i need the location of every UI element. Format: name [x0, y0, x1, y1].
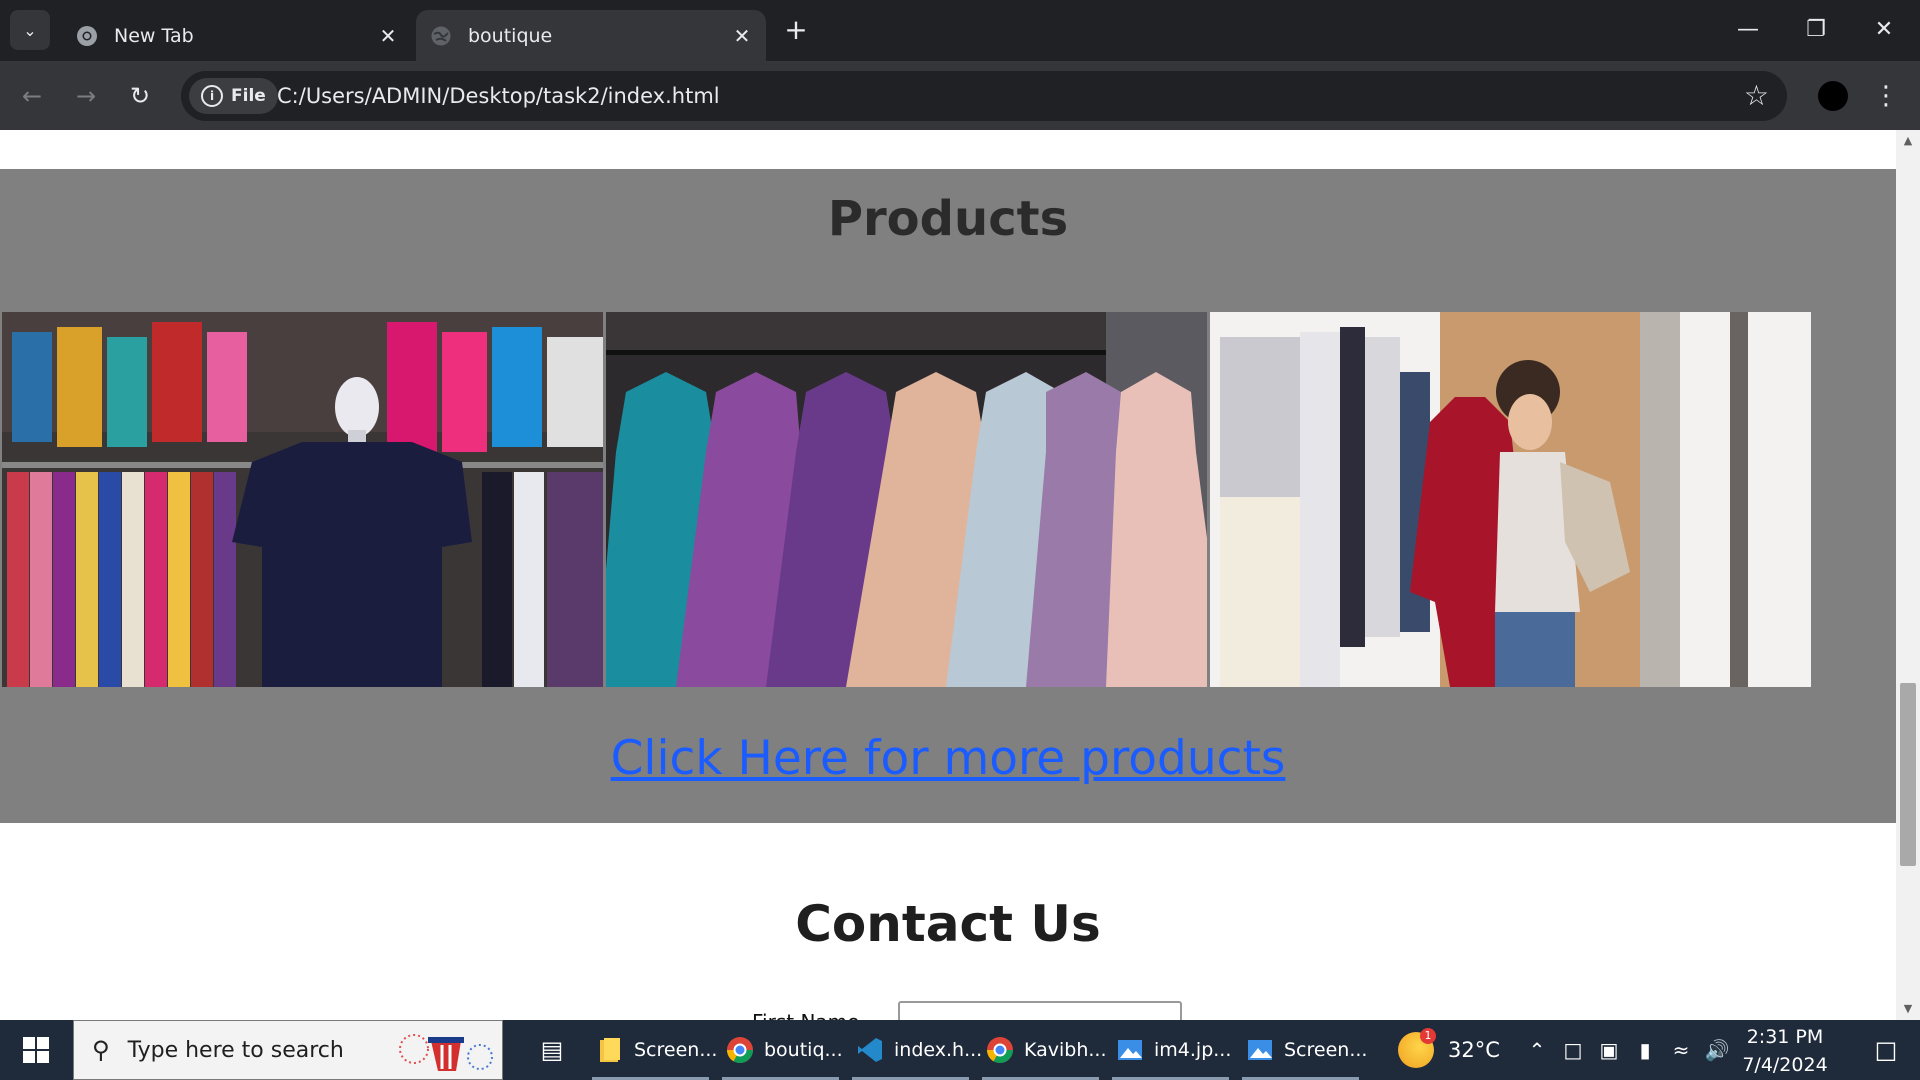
taskbar-app-chrome-kavibh[interactable]: Kavibh... [978, 1020, 1107, 1080]
chevron-down-icon: ⌄ [23, 20, 37, 40]
close-tab-icon[interactable]: ✕ [730, 24, 754, 48]
security-icon[interactable]: ▣ [1594, 1020, 1624, 1080]
browser-toolbar: ← → ↻ i File C:/Users/ADMIN/Desktop/task… [0, 61, 1920, 130]
search-icon: ⚲ [92, 1036, 110, 1064]
app-label: Screen... [634, 1039, 718, 1061]
site-info-label: File [231, 86, 266, 106]
taskbar-search-box[interactable]: ⚲ Type here to search [73, 1020, 503, 1080]
tab-boutique[interactable]: boutique ✕ [416, 10, 766, 61]
weather-widget[interactable]: 1 32°C [1398, 1020, 1500, 1080]
search-placeholder: Type here to search [127, 1037, 344, 1063]
taskbar-app-chrome-boutique[interactable]: boutiq... [718, 1020, 843, 1080]
clock-time: 2:31 PM [1746, 1026, 1824, 1048]
taskbar-app-photos-im4[interactable]: im4.jp... [1108, 1020, 1233, 1080]
taskbar-app-vscode[interactable]: index.h... [848, 1020, 982, 1080]
reload-button[interactable]: ↻ [122, 78, 158, 114]
scroll-up-arrow-icon[interactable]: ▲ [1896, 134, 1920, 152]
product-gallery [2, 312, 1811, 687]
app-label: im4.jp... [1154, 1039, 1232, 1061]
taskbar-app-photos-screen[interactable]: Screen... [1238, 1020, 1367, 1080]
tab-new-tab[interactable]: New Tab ✕ [62, 10, 412, 61]
forward-button[interactable]: → [68, 78, 104, 114]
app-label: index.h... [894, 1039, 983, 1061]
minimize-button[interactable]: — [1718, 8, 1778, 52]
first-name-input[interactable] [898, 1001, 1182, 1020]
close-tab-icon[interactable]: ✕ [376, 24, 400, 48]
browser-menu-icon[interactable]: ⋮ [1872, 78, 1900, 114]
product-image-mannequin [2, 312, 603, 687]
wifi-icon[interactable]: ≈ [1666, 1020, 1696, 1080]
tab-search-button[interactable]: ⌄ [10, 10, 50, 50]
battery-icon[interactable]: ▮ [1630, 1020, 1660, 1080]
notification-center-icon[interactable]: □ [1858, 1020, 1914, 1080]
vscode-icon [858, 1038, 882, 1062]
windows-logo-icon [23, 1037, 49, 1063]
task-view-icon[interactable]: ▤ [522, 1020, 582, 1080]
product-image-gowns [606, 312, 1207, 687]
tab-title: New Tab [114, 24, 194, 47]
new-tab-button[interactable]: + [780, 14, 812, 46]
product-image-shopper [1210, 312, 1811, 687]
start-button[interactable] [0, 1020, 72, 1080]
tab-title: boutique [468, 24, 553, 47]
clock-date: 7/4/2024 [1742, 1054, 1828, 1076]
show-hidden-icons-chevron-icon[interactable]: ⌃ [1522, 1020, 1552, 1080]
app-label: boutiq... [764, 1039, 843, 1061]
products-section: Products Click Here for more products [0, 169, 1896, 823]
chrome-icon [77, 25, 97, 46]
first-name-label: First Name [752, 1010, 859, 1020]
url-text[interactable]: C:/Users/ADMIN/Desktop/task2/index.html [277, 71, 720, 121]
page-scrollbar[interactable]: ▲ ▼ [1896, 130, 1920, 1020]
close-window-button[interactable]: ✕ [1854, 8, 1914, 52]
info-icon: i [201, 85, 223, 107]
chrome-icon [727, 1037, 753, 1063]
browser-titlebar: ⌄ New Tab ✕ boutique ✕ + — ❐ ✕ [0, 0, 1920, 61]
profile-avatar[interactable] [1818, 81, 1848, 111]
globe-icon [431, 26, 451, 45]
contact-heading: Contact Us [795, 895, 1101, 953]
site-info-chip[interactable]: i File [189, 78, 278, 114]
address-bar[interactable]: i File C:/Users/ADMIN/Desktop/task2/inde… [181, 71, 1787, 121]
scroll-down-arrow-icon[interactable]: ▼ [1896, 1002, 1920, 1020]
photos-icon [1248, 1040, 1272, 1060]
weather-badge: 1 [1420, 1028, 1436, 1044]
meet-now-icon[interactable]: □ [1558, 1020, 1588, 1080]
back-button[interactable]: ← [14, 78, 50, 114]
scrollbar-thumb[interactable] [1900, 683, 1916, 866]
bookmark-star-icon[interactable]: ☆ [1744, 71, 1769, 121]
app-label: Kavibh... [1024, 1039, 1107, 1061]
search-highlight-icon [399, 1034, 493, 1071]
system-clock[interactable]: 2:31 PM 7/4/2024 [1740, 1020, 1830, 1080]
chrome-icon [987, 1037, 1013, 1063]
restore-button[interactable]: ❐ [1786, 8, 1846, 52]
windows-taskbar: ⚲ Type here to search ▤ Screen... boutiq… [0, 1020, 1920, 1080]
photos-icon [1118, 1040, 1142, 1060]
weather-temp: 32°C [1448, 1038, 1500, 1062]
more-products-link[interactable]: Click Here for more products [0, 731, 1896, 786]
file-explorer-icon [600, 1038, 620, 1062]
volume-icon[interactable]: 🔊 [1702, 1020, 1732, 1080]
page-viewport: Products Click Here for more products Co… [0, 130, 1896, 1020]
app-label: Screen... [1284, 1039, 1368, 1061]
products-heading: Products [827, 191, 1069, 247]
taskbar-app-explorer[interactable]: Screen... [588, 1020, 717, 1080]
weather-sun-icon: 1 [1398, 1028, 1436, 1068]
